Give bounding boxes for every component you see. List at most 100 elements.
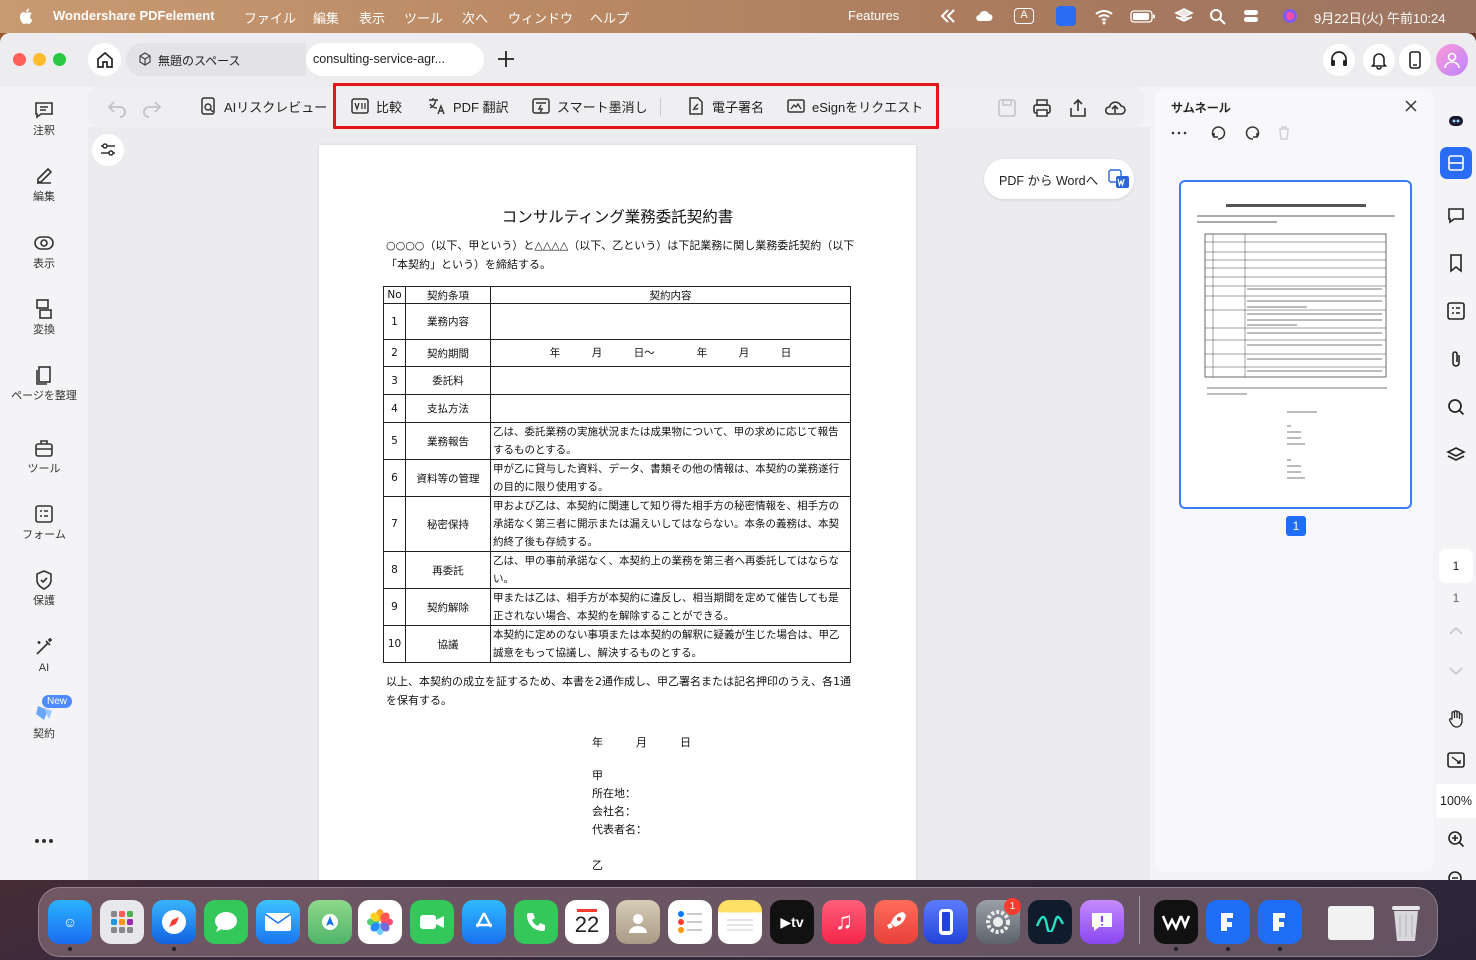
wifi-icon[interactable]	[1094, 7, 1114, 25]
home-button[interactable]	[88, 43, 121, 76]
tab-space[interactable]: 無題のスペース	[126, 43, 306, 76]
menu-view[interactable]: 表示	[359, 8, 385, 27]
cloud-upload-icon[interactable]	[1103, 97, 1127, 119]
zoom-in-button[interactable]	[1436, 821, 1476, 857]
nav-item-organize-pages[interactable]: ページを整理	[0, 364, 88, 403]
thumbnail-page-number[interactable]: 1	[1286, 516, 1306, 536]
pdfelement-menu-icon[interactable]	[1056, 6, 1076, 26]
app-name-menu[interactable]: Wondershare PDFelement	[53, 8, 215, 23]
menu-tools[interactable]: ツール	[404, 8, 443, 27]
share-icon[interactable]	[1067, 97, 1089, 119]
rocket-app-icon[interactable]	[874, 900, 918, 944]
notifications-button[interactable]	[1363, 44, 1395, 76]
undo-icon[interactable]	[106, 97, 128, 119]
control-center-icon[interactable]	[1242, 7, 1268, 25]
nav-item-contract[interactable]: New 契約	[0, 695, 88, 741]
input-source-icon[interactable]: A	[1014, 8, 1034, 24]
pdfelement-dock-icon-2[interactable]	[1258, 900, 1302, 944]
support-button[interactable]	[1323, 44, 1355, 76]
user-avatar[interactable]	[1436, 44, 1468, 76]
freeform-app-icon[interactable]	[1028, 900, 1072, 944]
launchpad-icon[interactable]	[100, 900, 144, 944]
apple-icon[interactable]	[18, 7, 33, 25]
nav-item-convert[interactable]: 変換	[0, 298, 88, 337]
print-icon[interactable]	[1031, 97, 1053, 119]
spotlight-search-icon[interactable]	[1208, 7, 1228, 25]
zoom-level[interactable]: 100%	[1436, 784, 1476, 818]
previous-page-button[interactable]	[1436, 613, 1476, 649]
pdfelement-dock-icon[interactable]	[1206, 900, 1250, 944]
current-page-input[interactable]: 1	[1439, 549, 1473, 583]
layers-icon[interactable]	[1174, 7, 1194, 25]
trash-icon[interactable]	[1276, 125, 1292, 141]
feedback-icon[interactable]	[1080, 900, 1124, 944]
more-menu-button[interactable]	[0, 837, 88, 849]
menu-clock[interactable]: 9月22日(火) 午前10:24	[1314, 8, 1446, 27]
menu-help[interactable]: ヘルプ	[590, 8, 629, 27]
add-tab-button[interactable]	[492, 45, 520, 73]
trash-dock-icon[interactable]	[1384, 900, 1428, 944]
minimize-window-button[interactable]	[33, 53, 46, 66]
bookmarks-panel-button[interactable]	[1436, 245, 1476, 281]
hand-tool-button[interactable]	[1436, 701, 1476, 737]
chevrons-left-icon[interactable]	[938, 7, 958, 25]
pdf-page[interactable]: コンサルティング業務委託契約書 ○○○○（以下、甲という）と△△△△（以下、乙と…	[319, 145, 916, 880]
menu-file[interactable]: ファイル	[244, 8, 296, 27]
menu-edit[interactable]: 編集	[313, 8, 339, 27]
comments-panel-button[interactable]	[1436, 197, 1476, 233]
facetime-icon[interactable]	[410, 900, 454, 944]
menu-window[interactable]: ウィンドウ	[508, 8, 573, 27]
search-panel-button[interactable]	[1436, 389, 1476, 425]
mail-icon[interactable]	[256, 900, 300, 944]
messages-icon[interactable]	[204, 900, 248, 944]
photos-icon[interactable]	[358, 900, 402, 944]
phone-app-icon[interactable]	[514, 900, 558, 944]
reminders-icon[interactable]	[668, 900, 712, 944]
display-settings-button[interactable]	[92, 134, 124, 166]
save-icon[interactable]	[996, 97, 1018, 119]
menu-go[interactable]: 次へ	[462, 8, 488, 27]
attachments-panel-button[interactable]	[1436, 341, 1476, 377]
wondershare-app-icon[interactable]	[1154, 900, 1198, 944]
zoom-out-button[interactable]	[1436, 861, 1476, 880]
safari-icon[interactable]	[152, 900, 196, 944]
cloud-icon[interactable]	[974, 7, 994, 25]
nav-item-protect[interactable]: 保護	[0, 569, 88, 608]
nav-item-ai[interactable]: AI	[0, 636, 88, 675]
nav-item-tools[interactable]: ツール	[0, 437, 88, 476]
nav-item-comment[interactable]: 注釈	[0, 99, 88, 138]
redo-icon[interactable]	[141, 97, 163, 119]
tab-document[interactable]: consulting-service-agr...	[306, 43, 484, 76]
fields-panel-button[interactable]	[1436, 293, 1476, 329]
finder-icon[interactable]: ☺	[48, 900, 92, 944]
device-button[interactable]	[1399, 44, 1431, 76]
app-store-icon[interactable]	[462, 900, 506, 944]
music-icon[interactable]: ♫	[822, 900, 866, 944]
nav-item-form[interactable]: フォーム	[0, 503, 88, 542]
contacts-icon[interactable]	[616, 900, 660, 944]
page-thumbnail[interactable]	[1179, 180, 1412, 509]
ios-app-icon[interactable]	[924, 900, 968, 944]
more-options-icon[interactable]	[1171, 129, 1187, 137]
assistant-button[interactable]	[1436, 103, 1476, 139]
maps-icon[interactable]	[308, 900, 352, 944]
rotate-right-icon[interactable]	[1243, 125, 1261, 141]
apple-tv-icon[interactable]: ▶tv	[770, 900, 814, 944]
notes-icon[interactable]	[718, 900, 762, 944]
recent-document-thumbnail[interactable]	[1328, 906, 1374, 940]
layers-panel-button[interactable]	[1436, 437, 1476, 473]
thumbnails-panel-button[interactable]	[1440, 147, 1472, 179]
next-page-button[interactable]	[1436, 653, 1476, 689]
calendar-icon[interactable]: 22	[565, 900, 609, 944]
nav-item-edit[interactable]: 編集	[0, 165, 88, 204]
close-window-button[interactable]	[13, 53, 26, 66]
zoom-window-button[interactable]	[53, 53, 66, 66]
fit-page-button[interactable]	[1436, 742, 1476, 778]
siri-icon[interactable]	[1280, 7, 1300, 25]
features-menu[interactable]: Features	[848, 8, 899, 23]
rotate-left-icon[interactable]	[1210, 125, 1228, 141]
pdf-to-word-button[interactable]: PDF から Wordへ	[984, 159, 1134, 199]
nav-item-view[interactable]: 表示	[0, 232, 88, 271]
close-icon[interactable]	[1404, 99, 1418, 113]
battery-icon[interactable]	[1130, 7, 1156, 25]
